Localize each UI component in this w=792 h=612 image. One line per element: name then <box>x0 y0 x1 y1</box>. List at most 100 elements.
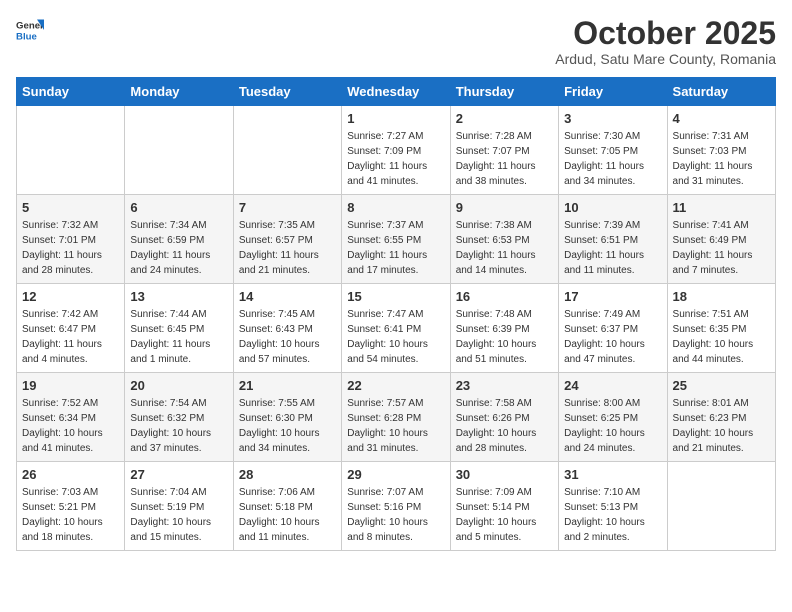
calendar-cell: 24 Sunrise: 8:00 AM Sunset: 6:25 PM Dayli… <box>559 373 667 462</box>
day-number: 4 <box>673 111 770 126</box>
week-row-1: 1 Sunrise: 7:27 AM Sunset: 7:09 PM Daylig… <box>17 106 776 195</box>
day-number: 31 <box>564 467 661 482</box>
day-info: Sunrise: 7:49 AM Sunset: 6:37 PM Dayligh… <box>564 307 661 367</box>
calendar-cell: 30 Sunrise: 7:09 AM Sunset: 5:14 PM Dayli… <box>450 462 558 551</box>
day-info: Sunrise: 7:09 AM Sunset: 5:14 PM Dayligh… <box>456 485 553 545</box>
day-number: 23 <box>456 378 553 393</box>
day-info: Sunrise: 7:47 AM Sunset: 6:41 PM Dayligh… <box>347 307 444 367</box>
day-info: Sunrise: 8:01 AM Sunset: 6:23 PM Dayligh… <box>673 396 770 456</box>
calendar-cell: 26 Sunrise: 7:03 AM Sunset: 5:21 PM Dayli… <box>17 462 125 551</box>
day-number: 28 <box>239 467 336 482</box>
day-number: 30 <box>456 467 553 482</box>
day-number: 12 <box>22 289 119 304</box>
day-number: 13 <box>130 289 227 304</box>
calendar-cell: 8 Sunrise: 7:37 AM Sunset: 6:55 PM Daylig… <box>342 195 450 284</box>
header-sunday: Sunday <box>17 78 125 106</box>
day-number: 6 <box>130 200 227 215</box>
day-number: 20 <box>130 378 227 393</box>
day-number: 7 <box>239 200 336 215</box>
day-info: Sunrise: 7:06 AM Sunset: 5:18 PM Dayligh… <box>239 485 336 545</box>
day-number: 1 <box>347 111 444 126</box>
day-number: 5 <box>22 200 119 215</box>
day-number: 10 <box>564 200 661 215</box>
day-info: Sunrise: 7:44 AM Sunset: 6:45 PM Dayligh… <box>130 307 227 367</box>
calendar-cell: 18 Sunrise: 7:51 AM Sunset: 6:35 PM Dayli… <box>667 284 775 373</box>
calendar-cell: 11Sunrise: 7:41 AM Sunset: 6:49 PM Dayli… <box>667 195 775 284</box>
calendar-cell <box>17 106 125 195</box>
day-number: 22 <box>347 378 444 393</box>
day-number: 24 <box>564 378 661 393</box>
logo-icon: General Blue <box>16 16 44 44</box>
day-number: 17 <box>564 289 661 304</box>
day-number: 19 <box>22 378 119 393</box>
calendar-cell <box>667 462 775 551</box>
week-row-2: 5 Sunrise: 7:32 AM Sunset: 7:01 PM Daylig… <box>17 195 776 284</box>
day-info: Sunrise: 7:58 AM Sunset: 6:26 PM Dayligh… <box>456 396 553 456</box>
calendar-cell: 17 Sunrise: 7:49 AM Sunset: 6:37 PM Dayli… <box>559 284 667 373</box>
calendar-cell: 9Sunrise: 7:38 AM Sunset: 6:53 PM Daylig… <box>450 195 558 284</box>
calendar-cell: 20 Sunrise: 7:54 AM Sunset: 6:32 PM Dayli… <box>125 373 233 462</box>
calendar-cell: 6 Sunrise: 7:34 AM Sunset: 6:59 PM Daylig… <box>125 195 233 284</box>
calendar-cell <box>125 106 233 195</box>
day-info: Sunrise: 7:37 AM Sunset: 6:55 PM Dayligh… <box>347 218 444 278</box>
calendar-table: Sunday Monday Tuesday Wednesday Thursday… <box>16 77 776 551</box>
week-row-4: 19 Sunrise: 7:52 AM Sunset: 6:34 PM Dayli… <box>17 373 776 462</box>
day-info: Sunrise: 7:03 AM Sunset: 5:21 PM Dayligh… <box>22 485 119 545</box>
header-saturday: Saturday <box>667 78 775 106</box>
day-info: Sunrise: 7:28 AM Sunset: 7:07 PM Dayligh… <box>456 129 553 189</box>
calendar-cell: 4 Sunrise: 7:31 AM Sunset: 7:03 PM Daylig… <box>667 106 775 195</box>
day-number: 18 <box>673 289 770 304</box>
calendar-cell: 28 Sunrise: 7:06 AM Sunset: 5:18 PM Dayli… <box>233 462 341 551</box>
day-info: Sunrise: 7:52 AM Sunset: 6:34 PM Dayligh… <box>22 396 119 456</box>
header-tuesday: Tuesday <box>233 78 341 106</box>
day-number: 27 <box>130 467 227 482</box>
calendar-cell: 13 Sunrise: 7:44 AM Sunset: 6:45 PM Dayli… <box>125 284 233 373</box>
day-info: Sunrise: 7:32 AM Sunset: 7:01 PM Dayligh… <box>22 218 119 278</box>
day-info: Sunrise: 7:27 AM Sunset: 7:09 PM Dayligh… <box>347 129 444 189</box>
day-number: 29 <box>347 467 444 482</box>
day-info: Sunrise: 7:41 AM Sunset: 6:49 PM Dayligh… <box>673 218 770 278</box>
day-info: Sunrise: 7:45 AM Sunset: 6:43 PM Dayligh… <box>239 307 336 367</box>
day-info: Sunrise: 7:34 AM Sunset: 6:59 PM Dayligh… <box>130 218 227 278</box>
calendar-cell: 5 Sunrise: 7:32 AM Sunset: 7:01 PM Daylig… <box>17 195 125 284</box>
svg-text:Blue: Blue <box>16 32 37 43</box>
calendar-cell: 16Sunrise: 7:48 AM Sunset: 6:39 PM Dayli… <box>450 284 558 373</box>
day-number: 3 <box>564 111 661 126</box>
day-number: 26 <box>22 467 119 482</box>
day-info: Sunrise: 7:04 AM Sunset: 5:19 PM Dayligh… <box>130 485 227 545</box>
day-info: Sunrise: 7:39 AM Sunset: 6:51 PM Dayligh… <box>564 218 661 278</box>
day-info: Sunrise: 7:07 AM Sunset: 5:16 PM Dayligh… <box>347 485 444 545</box>
day-number: 2 <box>456 111 553 126</box>
day-info: Sunrise: 8:00 AM Sunset: 6:25 PM Dayligh… <box>564 396 661 456</box>
page-title: October 2025 <box>555 16 776 51</box>
calendar-cell: 12 Sunrise: 7:42 AM Sunset: 6:47 PM Dayli… <box>17 284 125 373</box>
day-number: 9 <box>456 200 553 215</box>
day-info: Sunrise: 7:55 AM Sunset: 6:30 PM Dayligh… <box>239 396 336 456</box>
day-info: Sunrise: 7:35 AM Sunset: 6:57 PM Dayligh… <box>239 218 336 278</box>
title-block: October 2025 Ardud, Satu Mare County, Ro… <box>555 16 776 67</box>
header-monday: Monday <box>125 78 233 106</box>
calendar-cell: 1 Sunrise: 7:27 AM Sunset: 7:09 PM Daylig… <box>342 106 450 195</box>
page-subtitle: Ardud, Satu Mare County, Romania <box>555 51 776 67</box>
header-thursday: Thursday <box>450 78 558 106</box>
day-info: Sunrise: 7:42 AM Sunset: 6:47 PM Dayligh… <box>22 307 119 367</box>
header-wednesday: Wednesday <box>342 78 450 106</box>
calendar-cell: 23 Sunrise: 7:58 AM Sunset: 6:26 PM Dayli… <box>450 373 558 462</box>
day-info: Sunrise: 7:31 AM Sunset: 7:03 PM Dayligh… <box>673 129 770 189</box>
week-row-3: 12 Sunrise: 7:42 AM Sunset: 6:47 PM Dayli… <box>17 284 776 373</box>
day-number: 25 <box>673 378 770 393</box>
day-number: 8 <box>347 200 444 215</box>
day-info: Sunrise: 7:51 AM Sunset: 6:35 PM Dayligh… <box>673 307 770 367</box>
day-info: Sunrise: 7:54 AM Sunset: 6:32 PM Dayligh… <box>130 396 227 456</box>
calendar-cell: 3 Sunrise: 7:30 AM Sunset: 7:05 PM Daylig… <box>559 106 667 195</box>
calendar-cell: 29 Sunrise: 7:07 AM Sunset: 5:16 PM Dayli… <box>342 462 450 551</box>
day-info: Sunrise: 7:10 AM Sunset: 5:13 PM Dayligh… <box>564 485 661 545</box>
day-info: Sunrise: 7:57 AM Sunset: 6:28 PM Dayligh… <box>347 396 444 456</box>
calendar-cell: 22 Sunrise: 7:57 AM Sunset: 6:28 PM Dayli… <box>342 373 450 462</box>
calendar-cell <box>233 106 341 195</box>
calendar-cell: 25 Sunrise: 8:01 AM Sunset: 6:23 PM Dayli… <box>667 373 775 462</box>
day-number: 21 <box>239 378 336 393</box>
day-info: Sunrise: 7:30 AM Sunset: 7:05 PM Dayligh… <box>564 129 661 189</box>
weekday-header-row: Sunday Monday Tuesday Wednesday Thursday… <box>17 78 776 106</box>
calendar-cell: 27 Sunrise: 7:04 AM Sunset: 5:19 PM Dayli… <box>125 462 233 551</box>
